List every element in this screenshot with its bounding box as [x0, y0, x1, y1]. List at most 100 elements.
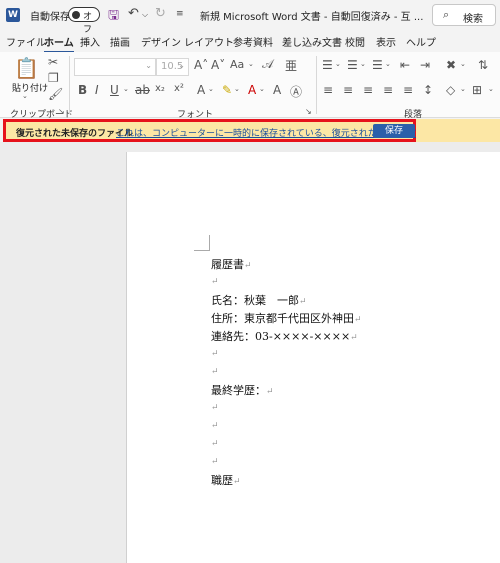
paragraph-mark-icon: ↵ [244, 261, 252, 271]
underline-dropdown-icon[interactable]: ⌄ [123, 85, 129, 93]
asian-layout-icon[interactable]: ✖ [446, 58, 456, 72]
text-effects-icon[interactable]: A [197, 83, 205, 97]
doc-line[interactable]: ↵ [211, 346, 219, 359]
doc-line[interactable]: 氏名：秋葉 一郎↵ [211, 292, 307, 308]
line-text: 履歴書 [211, 258, 244, 271]
clipboard-launcher-icon[interactable]: ↘ [58, 107, 65, 116]
grow-font-icon[interactable]: A˄ [194, 58, 208, 72]
sort-icon[interactable]: ⇅ [478, 58, 488, 72]
ribbon-tabs: ファイル ホーム 挿入 描画 デザイン レイアウト 参考資料 差し込み文書 校閲… [0, 30, 500, 53]
margin-corner-mark [209, 235, 210, 251]
change-case-icon[interactable]: Aa [230, 58, 244, 71]
underline-icon[interactable]: U [110, 83, 119, 97]
highlight-dropdown-icon[interactable]: ⌄ [234, 85, 240, 93]
highlight-icon[interactable]: ✎ [222, 83, 232, 97]
justify-icon[interactable]: ≡ [383, 83, 393, 97]
superscript-icon[interactable]: x² [174, 83, 184, 94]
autosave-toggle[interactable]: オフ [68, 7, 100, 35]
paragraph-mark-icon: ↵ [233, 477, 241, 487]
change-case-dropdown-icon[interactable]: ⌄ [248, 60, 254, 68]
copy-icon[interactable]: ❐ [48, 71, 59, 85]
italic-icon[interactable]: I [95, 83, 99, 97]
font-size-dropdown[interactable]: 10.5 ⌄ [156, 58, 189, 76]
tab-mailings[interactable]: 差し込み文書 [282, 34, 342, 49]
paste-label[interactable]: 貼り付け [12, 81, 48, 94]
multilevel-list-icon[interactable]: ☰ [372, 58, 383, 72]
doc-line[interactable]: ↵ [211, 400, 219, 413]
word-logo-icon: W [6, 8, 20, 22]
decrease-indent-icon[interactable]: ⇤ [400, 58, 410, 72]
tab-home[interactable]: ホーム [44, 34, 74, 53]
paragraph-mark-icon: ↵ [211, 439, 219, 449]
save-icon[interactable]: 🖫 [108, 6, 119, 28]
subscript-icon[interactable]: x₂ [155, 83, 165, 94]
bold-icon[interactable]: B [78, 83, 87, 97]
shading-icon[interactable]: ◇ [446, 83, 455, 97]
multilevel-dropdown-icon[interactable]: ⌄ [385, 60, 391, 68]
doc-line[interactable]: ↵ [211, 364, 219, 377]
tab-view[interactable]: 表示 [376, 34, 396, 49]
message-bar-background [416, 119, 500, 142]
align-right-icon[interactable]: ≡ [363, 83, 373, 97]
paragraph-mark-icon: ↵ [299, 297, 307, 307]
numbering-dropdown-icon[interactable]: ⌄ [360, 60, 366, 68]
undo-dropdown-icon[interactable]: ⌵ [142, 10, 148, 20]
distributed-icon[interactable]: ≡ [403, 83, 413, 97]
paragraph-mark-icon: ↵ [354, 315, 362, 325]
line-spacing-icon[interactable]: ↕ [423, 83, 433, 97]
strikethrough-icon[interactable]: ab [135, 83, 150, 97]
doc-line[interactable]: ↵ [211, 274, 219, 287]
tab-insert[interactable]: 挿入 [80, 34, 100, 49]
clear-formatting-icon[interactable]: 𝒜 [262, 57, 273, 72]
character-shading-icon[interactable]: A [273, 83, 281, 97]
search-box[interactable]: ⌕ 検索 [432, 4, 496, 26]
tab-review[interactable]: 校閲 [345, 34, 365, 49]
tab-help[interactable]: ヘルプ [406, 34, 436, 49]
paste-dropdown-icon[interactable]: ⌄ [22, 92, 28, 100]
doc-line[interactable]: 職歴↵ [211, 472, 241, 488]
shading-dropdown-icon[interactable]: ⌄ [460, 85, 466, 93]
cut-icon[interactable]: ✂ [48, 55, 58, 69]
customize-toolbar-icon[interactable]: ≡ [176, 9, 184, 19]
text-effects-dropdown-icon[interactable]: ⌄ [208, 85, 214, 93]
doc-line[interactable]: ↵ [211, 454, 219, 467]
redo-icon[interactable]: ↻ [155, 6, 166, 21]
borders-dropdown-icon[interactable]: ⌄ [488, 85, 494, 93]
bullets-dropdown-icon[interactable]: ⌄ [335, 60, 341, 68]
document-page[interactable] [126, 152, 500, 563]
search-icon: ⌕ [443, 8, 450, 21]
format-painter-icon[interactable]: 🖌 [48, 87, 63, 101]
paste-icon[interactable]: 📋 [14, 56, 39, 80]
font-color-dropdown-icon[interactable]: ⌄ [259, 85, 265, 93]
doc-line[interactable]: 住所：東京都千代田区外神田↵ [211, 310, 362, 326]
line-text: 最終学歴： [211, 384, 266, 397]
paragraph-mark-icon: ↵ [266, 387, 274, 397]
borders-icon[interactable]: ⊞ [472, 83, 482, 97]
undo-icon[interactable]: ↶ [128, 6, 139, 21]
tab-file[interactable]: ファイル [6, 34, 46, 49]
doc-line[interactable]: 履歴書↵ [211, 256, 252, 272]
align-left-icon[interactable]: ≡ [323, 83, 333, 97]
bullets-icon[interactable]: ☰ [322, 58, 333, 72]
tab-references[interactable]: 参考資料 [233, 34, 273, 49]
tab-design[interactable]: デザイン [141, 34, 181, 49]
separator [69, 56, 70, 114]
doc-line[interactable]: ↵ [211, 436, 219, 449]
enclose-characters-icon[interactable]: Ⓐ [290, 83, 302, 100]
align-center-icon[interactable]: ≡ [343, 83, 353, 97]
font-color-icon[interactable]: A [248, 83, 256, 97]
doc-line[interactable]: 連絡先：03-××××-××××↵ [211, 328, 358, 344]
font-name-dropdown[interactable]: ⌄ [74, 58, 156, 76]
numbering-icon[interactable]: ☰ [347, 58, 358, 72]
font-launcher-icon[interactable]: ↘ [305, 107, 312, 116]
shrink-font-icon[interactable]: A˅ [211, 58, 225, 72]
tab-layout[interactable]: レイアウト [184, 34, 234, 49]
asian-layout-dropdown-icon[interactable]: ⌄ [460, 60, 466, 68]
title-bar: W 自動保存 オフ 🖫 ↶ ⌵ ↻ ≡ 新規 Microsoft Word 文書… [0, 0, 500, 35]
doc-line[interactable]: ↵ [211, 418, 219, 431]
phonetic-guide-icon[interactable]: 亜 [285, 57, 297, 74]
doc-line[interactable]: 最終学歴：↵ [211, 382, 274, 398]
save-button[interactable]: 保存 [373, 124, 415, 138]
increase-indent-icon[interactable]: ⇥ [420, 58, 430, 72]
tab-draw[interactable]: 描画 [110, 34, 130, 49]
